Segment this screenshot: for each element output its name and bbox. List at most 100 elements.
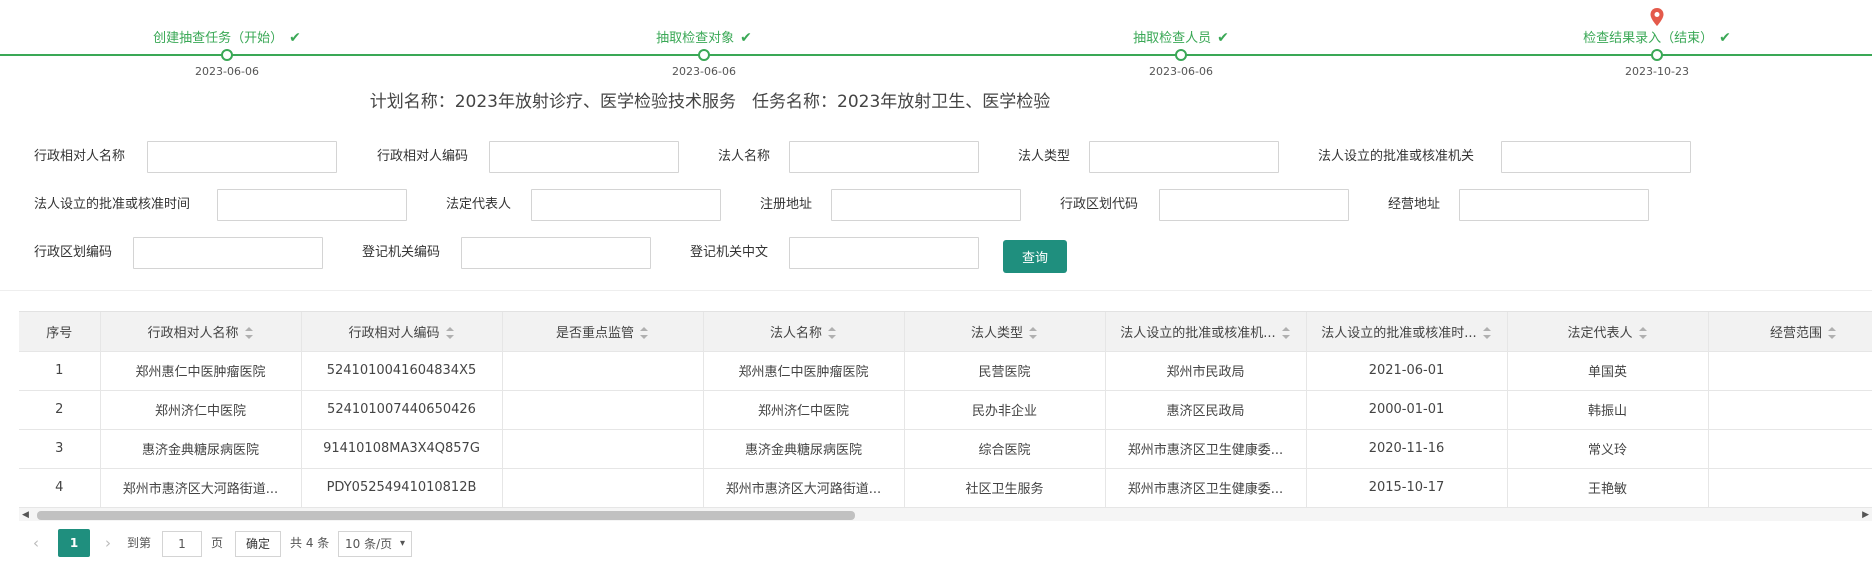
cell-counterpart-code: 524101007440650426 [301,390,503,430]
step-3: 抽取检查人员 ✔ 2023-06-06 [1061,0,1301,80]
cell-legal-name: 惠济金典糖尿病医院 [703,429,905,469]
location-pin-icon [1650,8,1664,26]
sort-icon[interactable] [244,327,254,340]
search-button[interactable]: 查询 [1003,240,1067,273]
total-count: 共 4 条 [290,536,330,550]
task-name: 2023年放射卫生、医学检验 [837,92,1051,112]
legal-person-name-input[interactable] [789,141,979,173]
cell-legal-representative: 韩振山 [1507,390,1709,430]
plan-name: 2023年放射诊疗、医学检验技术服务 [454,92,736,112]
cell-key-supervision [502,390,704,430]
step-date: 2023-06-06 [195,65,259,78]
cell-approval-authority: 郑州市惠济区卫生健康委... [1105,468,1307,507]
division-number-input[interactable] [133,237,323,269]
confirm-jump-button[interactable]: 确定 [235,531,281,557]
prev-page-icon[interactable]: ‹ [33,529,39,557]
horizontal-scrollbar[interactable]: ◀ ▶ [19,507,1872,521]
step-dot [1175,49,1187,61]
next-page-icon[interactable]: › [105,529,111,557]
plan-label: 计划名称： [369,92,455,112]
approval-time-input[interactable] [217,189,407,221]
legal-representative-input[interactable] [531,189,721,221]
cell-counterpart-name: 郑州济仁中医院 [100,390,302,430]
table-row[interactable]: 3 惠济金典糖尿病医院 91410108MA3X4Q857G 惠济金典糖尿病医院… [19,429,1872,469]
approval-authority-input[interactable] [1501,141,1691,173]
division-code-input[interactable] [1159,189,1349,221]
page-size-select[interactable]: 10 条/页 ▾ [338,531,412,557]
sort-icon[interactable] [1281,327,1291,340]
step-label: 抽取检查人员 ✔ [1133,30,1229,46]
cell-legal-type: 民办非企业 [904,390,1106,430]
admin-counterpart-code-input[interactable] [489,141,679,173]
cell-index: 2 [19,390,101,430]
column-header-business-scope[interactable]: 经营范围 [1708,312,1872,352]
step-date: 2023-06-06 [672,65,736,78]
column-header-approval-authority[interactable]: 法人设立的批准或核准机... [1105,312,1307,352]
table-row[interactable]: 4 郑州市惠济区大河路街道... PDY05254941010812B 郑州市惠… [19,468,1872,507]
field-label: 法人设立的批准或核准机关 [1318,149,1475,164]
step-1: 创建抽查任务（开始） ✔ 2023-06-06 [107,0,347,80]
step-4: 检查结果录入（结束） ✔ 2023-10-23 [1537,0,1777,80]
page-jump-input[interactable] [162,531,202,557]
table-row[interactable]: 2 郑州济仁中医院 524101007440650426 郑州济仁中医院 民办非… [19,390,1872,430]
field-label: 登记机关中文 [690,245,769,260]
legal-person-type-input[interactable] [1089,141,1279,173]
cell-legal-representative: 常义玲 [1507,429,1709,469]
cell-counterpart-name: 惠济金典糖尿病医院 [100,429,302,469]
cell-counterpart-code: 5241010041604834X5 [301,351,503,391]
page-1-button[interactable]: 1 [58,529,90,557]
column-header-legal-representative[interactable]: 法定代表人 [1507,312,1709,352]
field-label: 法人类型 [1018,149,1071,164]
scroll-left-icon[interactable]: ◀ [22,510,29,520]
results-table: 序号 行政相对人名称 行政相对人编码 是否重点监管 法人名称 法人类型 法人设立… [19,312,1872,507]
chevron-down-icon: ▾ [399,538,405,549]
results-table-container: 序号 行政相对人名称 行政相对人编码 是否重点监管 法人名称 法人类型 法人设立… [19,311,1872,507]
check-icon: ✔ [289,30,301,46]
column-header-legal-type[interactable]: 法人类型 [904,312,1106,352]
cell-legal-type: 社区卫生服务 [904,468,1106,507]
field-label: 法人名称 [718,149,771,164]
cell-index: 4 [19,468,101,507]
sort-icon[interactable] [445,327,455,340]
registry-name-input[interactable] [789,237,979,269]
cell-counterpart-name: 郑州惠仁中医肿瘤医院 [100,351,302,391]
sort-icon[interactable] [640,327,649,340]
divider [0,290,1872,291]
admin-counterpart-name-input[interactable] [147,141,337,173]
column-header-key-supervision[interactable]: 是否重点监管 [502,312,704,352]
sort-icon[interactable] [828,327,837,340]
cell-approval-time: 2000-01-01 [1306,390,1508,430]
registry-code-input[interactable] [461,237,651,269]
table-row[interactable]: 1 郑州惠仁中医肿瘤医院 5241010041604834X5 郑州惠仁中医肿瘤… [19,351,1872,391]
cell-counterpart-name: 郑州市惠济区大河路街道... [100,468,302,507]
sort-icon[interactable] [1482,327,1492,340]
cell-key-supervision [502,351,704,391]
cell-approval-time: 2021-06-01 [1306,351,1508,391]
registered-address-input[interactable] [831,189,1021,221]
sort-icon[interactable] [1029,327,1038,340]
scrollbar-thumb[interactable] [37,511,855,520]
cell-approval-authority: 郑州市民政局 [1105,351,1307,391]
sort-icon[interactable] [1638,327,1648,340]
step-label: 抽取检查对象 ✔ [656,30,752,46]
column-header-approval-time[interactable]: 法人设立的批准或核准时... [1306,312,1508,352]
column-header-counterpart-code[interactable]: 行政相对人编码 [301,312,503,352]
field-label: 行政区划代码 [1060,197,1139,212]
column-header-counterpart-name[interactable]: 行政相对人名称 [100,312,302,352]
cell-legal-name: 郑州惠仁中医肿瘤医院 [703,351,905,391]
cell-approval-authority: 惠济区民政局 [1105,390,1307,430]
cell-business-scope [1708,429,1872,469]
column-header-index: 序号 [19,312,101,352]
cell-key-supervision [502,468,704,507]
field-label: 登记机关编码 [362,245,441,260]
business-address-input[interactable] [1459,189,1649,221]
cell-legal-type: 民营医院 [904,351,1106,391]
plan-task-title: 计划名称：2023年放射诊疗、医学检验技术服务 任务名称：2023年放射卫生、医学… [0,87,1420,112]
column-header-legal-name[interactable]: 法人名称 [703,312,905,352]
task-label: 任务名称： [752,92,837,112]
table-header-row: 序号 行政相对人名称 行政相对人编码 是否重点监管 法人名称 法人类型 法人设立… [19,312,1872,352]
sort-icon[interactable] [1828,327,1837,340]
page-unit-label: 页 [211,536,224,550]
pagination: ‹ 1 › 到第 页 确定 共 4 条 10 条/页▾ [19,527,1872,559]
scroll-right-icon[interactable]: ▶ [1862,510,1869,520]
